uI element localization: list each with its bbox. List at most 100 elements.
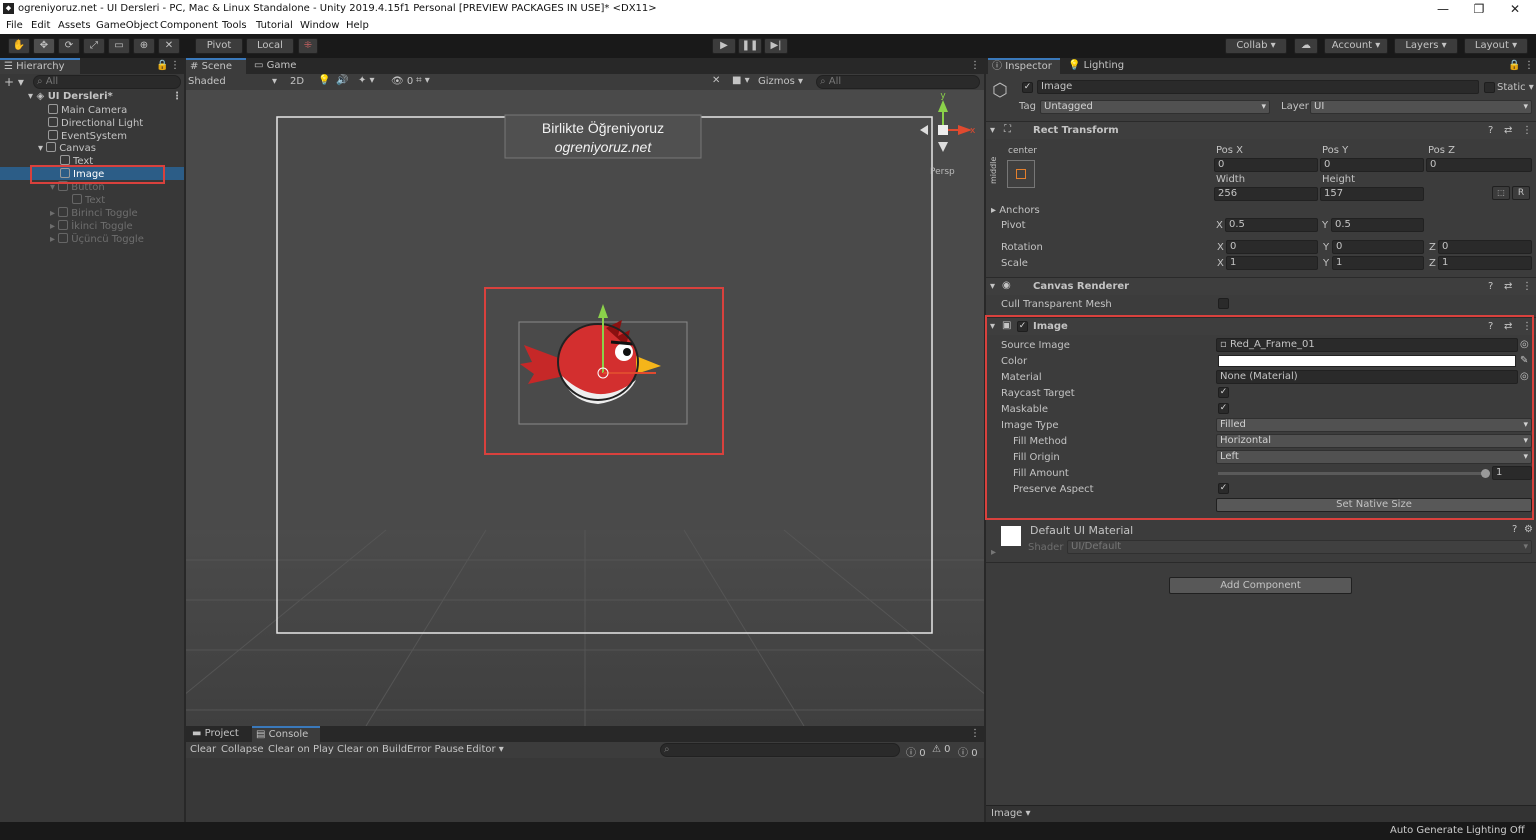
audio-toggle-icon[interactable]: 🔊 [336, 75, 348, 86]
hierarchy-item-disabled[interactable]: ▸ Üçüncü Toggle [50, 233, 144, 245]
lock-icon[interactable]: 🔒 [1508, 60, 1520, 71]
layers-dropdown[interactable]: Layers ▾ [1394, 38, 1458, 54]
menu-dots-icon[interactable]: ⋮ [170, 60, 180, 71]
rotation-z-field[interactable]: 0 [1438, 240, 1532, 254]
move-tool-icon[interactable]: ✥ [33, 38, 55, 54]
tab-inspector[interactable]: ⓘ Inspector [988, 58, 1060, 74]
anchors-foldout[interactable]: ▸ Anchors [991, 205, 1040, 216]
lock-icon[interactable]: 🔒 [156, 60, 168, 71]
pause-button[interactable]: ❚❚ [738, 38, 762, 54]
error-count-toggle[interactable]: ⓘ 0 [958, 744, 978, 759]
preset-icon[interactable]: ⇄ [1504, 125, 1512, 136]
posy-field[interactable]: 0 [1320, 158, 1424, 172]
canvas-renderer-header[interactable]: ▾ ◉ Canvas Renderer ? ⇄ ⋮ [986, 277, 1536, 295]
clear-button[interactable]: Clear [190, 744, 216, 755]
local-toggle[interactable]: Local [246, 38, 294, 54]
hierarchy-item[interactable]: ▾ Canvas [38, 142, 96, 154]
object-name-field[interactable]: Image [1037, 80, 1479, 94]
scene-menu-icon[interactable]: ⋮ [172, 91, 182, 102]
pivot-y-field[interactable]: 0.5 [1331, 218, 1424, 232]
hierarchy-item[interactable]: Directional Light [48, 117, 143, 129]
hierarchy-item-disabled[interactable]: Text [72, 194, 105, 206]
preview-dropdown[interactable]: Image ▾ [991, 808, 1031, 819]
account-dropdown[interactable]: Account ▾ [1324, 38, 1388, 54]
hidden-objects-toggle[interactable]: 👁 0 [391, 76, 413, 87]
close-button[interactable]: ✕ [1500, 0, 1530, 18]
tab-lighting[interactable]: 💡 Lighting [1064, 58, 1136, 74]
rotation-x-field[interactable]: 0 [1226, 240, 1318, 254]
shading-mode-dropdown[interactable]: Shaded ▾ [188, 76, 280, 87]
lighting-toggle-icon[interactable]: 💡 [318, 75, 330, 86]
help-icon[interactable]: ? [1488, 281, 1493, 292]
scale-y-field[interactable]: 1 [1332, 256, 1424, 270]
posz-field[interactable]: 0 [1426, 158, 1532, 172]
clear-on-build-button[interactable]: Clear on Build [337, 744, 407, 755]
effects-toggle-icon[interactable]: ✦ ▾ [358, 75, 375, 86]
create-button[interactable]: + ▾ [4, 75, 24, 89]
component-menu-icon[interactable]: ⋮ [1522, 281, 1532, 292]
menu-file[interactable]: File [6, 20, 23, 31]
hierarchy-item-disabled[interactable]: ▸ İkinci Toggle [50, 220, 133, 232]
hand-tool-icon[interactable]: ✋ [8, 38, 30, 54]
tools-icon[interactable]: ✕ [712, 75, 720, 86]
hierarchy-item-disabled[interactable]: ▸ Birinci Toggle [50, 207, 138, 219]
grid-snap-icon[interactable]: ⁜ [298, 38, 318, 54]
layout-dropdown[interactable]: Layout ▾ [1464, 38, 1528, 54]
camera-dropdown-icon[interactable]: ■ ▾ [732, 75, 750, 86]
rect-transform-header[interactable]: ▾ ⛶ Rect Transform ? ⇄ ⋮ [986, 121, 1536, 139]
perspective-label[interactable]: Persp [930, 167, 955, 177]
menu-component[interactable]: Component [160, 20, 218, 31]
fold-arrow-icon[interactable]: ▾ [990, 125, 995, 136]
scale-x-field[interactable]: 1 [1226, 256, 1318, 270]
play-button[interactable]: ▶ [712, 38, 736, 54]
error-pause-button[interactable]: Error Pause [407, 744, 464, 755]
tab-project[interactable]: ▬ Project [188, 726, 248, 742]
static-dropdown[interactable]: Static ▾ [1497, 82, 1534, 93]
scene-search-input[interactable]: ⌕ All [816, 75, 980, 89]
gear-icon[interactable]: ⚙ [1524, 524, 1533, 535]
scale-tool-icon[interactable]: ⤢ [83, 38, 105, 54]
add-component-button[interactable]: Add Component [1169, 577, 1352, 594]
menu-edit[interactable]: Edit [31, 20, 50, 31]
menu-window[interactable]: Window [300, 20, 339, 31]
restore-button[interactable]: ❐ [1464, 0, 1494, 18]
editor-dropdown[interactable]: Editor ▾ [466, 744, 504, 755]
material-fold-arrow-icon[interactable]: ▸ [991, 547, 996, 558]
blueprint-mode-icon[interactable]: ⬚ [1492, 186, 1510, 200]
step-button[interactable]: ▶| [764, 38, 788, 54]
shader-dropdown[interactable]: UI/Default [1067, 540, 1532, 554]
menu-dots-icon[interactable]: ⋮ [970, 60, 980, 71]
cull-mesh-checkbox[interactable] [1218, 298, 1229, 309]
collab-button[interactable]: Collab ▾ [1225, 38, 1287, 54]
tab-console[interactable]: ▤ Console [252, 726, 320, 742]
hierarchy-search-input[interactable]: ⌕ All [33, 75, 181, 89]
help-icon[interactable]: ? [1488, 125, 1493, 136]
cloud-icon[interactable]: ☁ [1294, 38, 1318, 54]
width-field[interactable]: 256 [1214, 187, 1318, 201]
info-count-toggle[interactable]: ⓘ 0 [906, 744, 926, 759]
menu-dots-icon[interactable]: ⋮ [1524, 60, 1534, 71]
menu-tools[interactable]: Tools [222, 20, 247, 31]
rotation-y-field[interactable]: 0 [1332, 240, 1424, 254]
posx-field[interactable]: 0 [1214, 158, 1318, 172]
anchor-presets-button[interactable] [1007, 160, 1035, 188]
fold-arrow-icon[interactable]: ▾ [990, 281, 995, 292]
warning-count-toggle[interactable]: ⚠ 0 [932, 744, 951, 755]
pivot-toggle[interactable]: Pivot [195, 38, 243, 54]
transform-tool-icon[interactable]: ⊕ [133, 38, 155, 54]
menu-help[interactable]: Help [346, 20, 369, 31]
hierarchy-item[interactable]: EventSystem [48, 130, 127, 142]
gizmos-dropdown[interactable]: Gizmos ▾ [758, 76, 803, 87]
tab-scene[interactable]: # Scene [186, 58, 246, 74]
raw-edit-button[interactable]: R [1512, 186, 1530, 200]
clear-on-play-button[interactable]: Clear on Play [268, 744, 334, 755]
tag-dropdown[interactable]: Untagged [1040, 100, 1270, 114]
rect-tool-icon[interactable]: ▭ [108, 38, 130, 54]
layer-dropdown[interactable]: UI [1310, 100, 1532, 114]
menu-dots-icon[interactable]: ⋮ [970, 728, 980, 739]
hierarchy-item[interactable]: Main Camera [48, 104, 127, 116]
help-icon[interactable]: ? [1512, 524, 1517, 535]
height-field[interactable]: 157 [1320, 187, 1424, 201]
menu-gameobject[interactable]: GameObject [96, 20, 158, 31]
grid-toggle-icon[interactable]: ⌗ ▾ [416, 75, 430, 86]
